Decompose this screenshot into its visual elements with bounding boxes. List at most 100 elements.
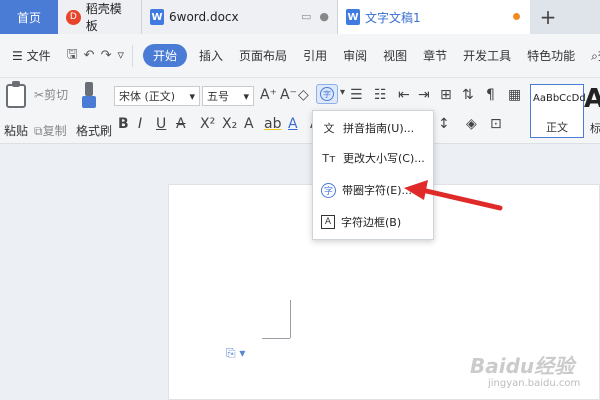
menu-item-label: 更改大小写(C)... bbox=[343, 152, 425, 165]
tab-template[interactable]: D 稻壳模板 bbox=[58, 0, 142, 34]
tab-doc2-label: 文字文稿1 bbox=[365, 10, 421, 25]
shrink-font-icon[interactable]: A⁻ bbox=[280, 87, 297, 103]
tab-bar-spacer bbox=[566, 0, 600, 34]
tab-home-label: 首页 bbox=[16, 10, 41, 25]
menu-bar: ☰ 文件 🖫 ↶ ↷ ▿ 开始 插入 页面布局 引用 审阅 视图 章节 开发工具… bbox=[0, 34, 600, 78]
tab-start[interactable]: 开始 bbox=[143, 44, 188, 67]
paste-icon[interactable] bbox=[6, 81, 26, 108]
shading-icon[interactable]: ◈ bbox=[466, 116, 477, 132]
tab-review[interactable]: 审阅 bbox=[335, 47, 375, 64]
change-case-icon: Tт bbox=[322, 151, 336, 165]
line-spacing-icon[interactable]: ↕ bbox=[438, 116, 450, 132]
menu-item-phonetic-guide[interactable]: 文 拼音指南(U)... bbox=[313, 115, 433, 141]
style-normal-label: 正文 bbox=[546, 121, 568, 134]
new-tab-button[interactable]: + bbox=[530, 0, 566, 34]
text-effect-icon[interactable]: A bbox=[244, 116, 254, 132]
file-menu[interactable]: ☰ 文件 bbox=[4, 47, 59, 64]
show-marks-icon[interactable]: ¶ bbox=[486, 87, 495, 103]
border-icon[interactable]: ⊡ bbox=[490, 116, 502, 132]
strikethrough-icon[interactable]: A bbox=[176, 116, 186, 132]
undo-icon[interactable]: ↶ bbox=[84, 48, 95, 63]
phonetic-guide-button[interactable]: 字 bbox=[316, 84, 338, 104]
margin-corner-marker bbox=[262, 338, 290, 339]
style-heading-label[interactable]: 标 bbox=[590, 120, 600, 136]
copy-label: 复制 bbox=[42, 124, 67, 138]
cut-label: 剪切 bbox=[44, 88, 69, 102]
highlight-icon[interactable]: ab bbox=[264, 116, 281, 132]
tab-view[interactable]: 视图 bbox=[375, 47, 415, 64]
tab-special[interactable]: 特色功能 bbox=[519, 47, 583, 64]
tab-developer[interactable]: 开发工具 bbox=[455, 47, 519, 64]
tab-page-layout[interactable]: 页面布局 bbox=[231, 47, 295, 64]
tab-home[interactable]: 首页 bbox=[0, 0, 58, 34]
phonetic-dropdown-menu: 文 拼音指南(U)... Tт 更改大小写(C)... 字 带圈字符(E)...… bbox=[312, 110, 434, 240]
word-doc-icon: W bbox=[150, 9, 164, 25]
margin-corner-marker bbox=[290, 300, 291, 338]
style-normal[interactable]: AaBbCcDd 正文 bbox=[530, 84, 586, 138]
paste-button[interactable]: 粘贴 bbox=[4, 122, 28, 139]
tab-section[interactable]: 章节 bbox=[415, 47, 455, 64]
paste-options-icon[interactable]: ⎘ ▾ bbox=[226, 346, 245, 361]
watermark-brand: Baidu经验 bbox=[470, 354, 575, 378]
style-preview-text: AaBbCcDd bbox=[533, 93, 586, 104]
chinese-layout-icon[interactable]: ⊞ bbox=[440, 87, 452, 103]
tab-insert[interactable]: 插入 bbox=[191, 47, 231, 64]
grow-font-icon[interactable]: A⁺ bbox=[260, 87, 277, 103]
tab-doc1-controls: ▭ ● bbox=[301, 10, 329, 23]
file-menu-label: 文件 bbox=[26, 49, 51, 63]
window-icon[interactable]: ▭ bbox=[301, 10, 311, 23]
numbered-list-icon[interactable]: ☷ bbox=[374, 87, 387, 103]
tab-bar: 首页 D 稻壳模板 W 6word.docx ▭ ● W 文字文稿1 + bbox=[0, 0, 600, 34]
decrease-indent-icon[interactable]: ⇤ bbox=[398, 87, 410, 103]
italic-icon[interactable]: I bbox=[138, 116, 142, 132]
redo-icon[interactable]: ↷ bbox=[101, 48, 112, 63]
copy-button[interactable]: ⧉复制 bbox=[34, 122, 67, 139]
underline-icon[interactable]: U bbox=[156, 116, 166, 132]
char-border-icon: A bbox=[321, 215, 335, 229]
tab-doc-6word[interactable]: W 6word.docx ▭ ● bbox=[142, 0, 338, 34]
tab-doc1-label: 6word.docx bbox=[169, 10, 239, 24]
plus-icon: + bbox=[539, 5, 557, 29]
chevron-down-icon: ▾ bbox=[189, 89, 195, 103]
ribbon-toolbar: 粘贴 ✂剪切 ⧉复制 格式刷 宋体 (正文) ▾ 五号 ▾ A⁺ A⁻ ◇ 字 ▾ … bbox=[0, 78, 600, 144]
word-doc-icon: W bbox=[346, 9, 360, 25]
table-icon[interactable]: ▦ bbox=[508, 87, 521, 103]
font-name-select[interactable]: 宋体 (正文) ▾ bbox=[114, 86, 200, 106]
chevron-down-icon[interactable]: ▾ bbox=[340, 87, 345, 98]
watermark-url: jingyan.baidu.com bbox=[488, 378, 581, 389]
close-dot-icon[interactable]: ● bbox=[319, 10, 329, 23]
increase-indent-icon[interactable]: ⇥ bbox=[418, 87, 430, 103]
menu-item-label: 拼音指南(U)... bbox=[343, 122, 415, 135]
search-button[interactable]: ⌕查找 bbox=[583, 47, 600, 64]
daoke-icon: D bbox=[66, 9, 81, 25]
font-size-value: 五号 bbox=[207, 90, 229, 103]
format-painter-icon[interactable] bbox=[82, 82, 96, 110]
cut-button[interactable]: ✂剪切 bbox=[34, 86, 68, 103]
font-name-value: 宋体 (正文) bbox=[119, 90, 176, 103]
search-icon: ⌕ bbox=[591, 49, 598, 63]
style-heading-preview[interactable]: Aa bbox=[584, 84, 600, 114]
sort-icon[interactable]: ⇅ bbox=[462, 87, 474, 103]
menu-item-change-case[interactable]: Tт 更改大小写(C)... bbox=[313, 145, 433, 171]
subscript-icon[interactable]: X₂ bbox=[222, 116, 237, 132]
font-size-select[interactable]: 五号 ▾ bbox=[202, 86, 254, 106]
clear-format-icon[interactable]: ◇ bbox=[298, 87, 309, 103]
font-color-icon[interactable]: A bbox=[288, 116, 298, 132]
phonetic-icon: 文 bbox=[323, 122, 335, 135]
superscript-icon[interactable]: X² bbox=[200, 116, 215, 132]
menu-item-label: 字符边框(B) bbox=[341, 216, 402, 229]
chevron-down-icon[interactable]: ▿ bbox=[117, 48, 124, 63]
tab-doc-active[interactable]: W 文字文稿1 bbox=[338, 0, 530, 34]
annotation-arrow-icon bbox=[404, 180, 503, 211]
format-painter-button[interactable]: 格式刷 bbox=[76, 122, 112, 139]
circle-char-icon: 字 bbox=[320, 87, 334, 101]
tab-template-label: 稻壳模板 bbox=[85, 2, 122, 33]
enclose-char-icon: 字 bbox=[321, 182, 336, 198]
tab-references[interactable]: 引用 bbox=[295, 47, 335, 64]
quick-access-toolbar: 🖫 ↶ ↷ ▿ bbox=[59, 44, 134, 67]
bullet-list-icon[interactable]: ☰ bbox=[350, 87, 363, 103]
bold-icon[interactable]: B bbox=[118, 116, 129, 132]
chevron-down-icon: ▾ bbox=[243, 89, 249, 103]
unsaved-dot-icon bbox=[513, 13, 520, 20]
save-icon[interactable]: 🖫 bbox=[67, 45, 78, 67]
